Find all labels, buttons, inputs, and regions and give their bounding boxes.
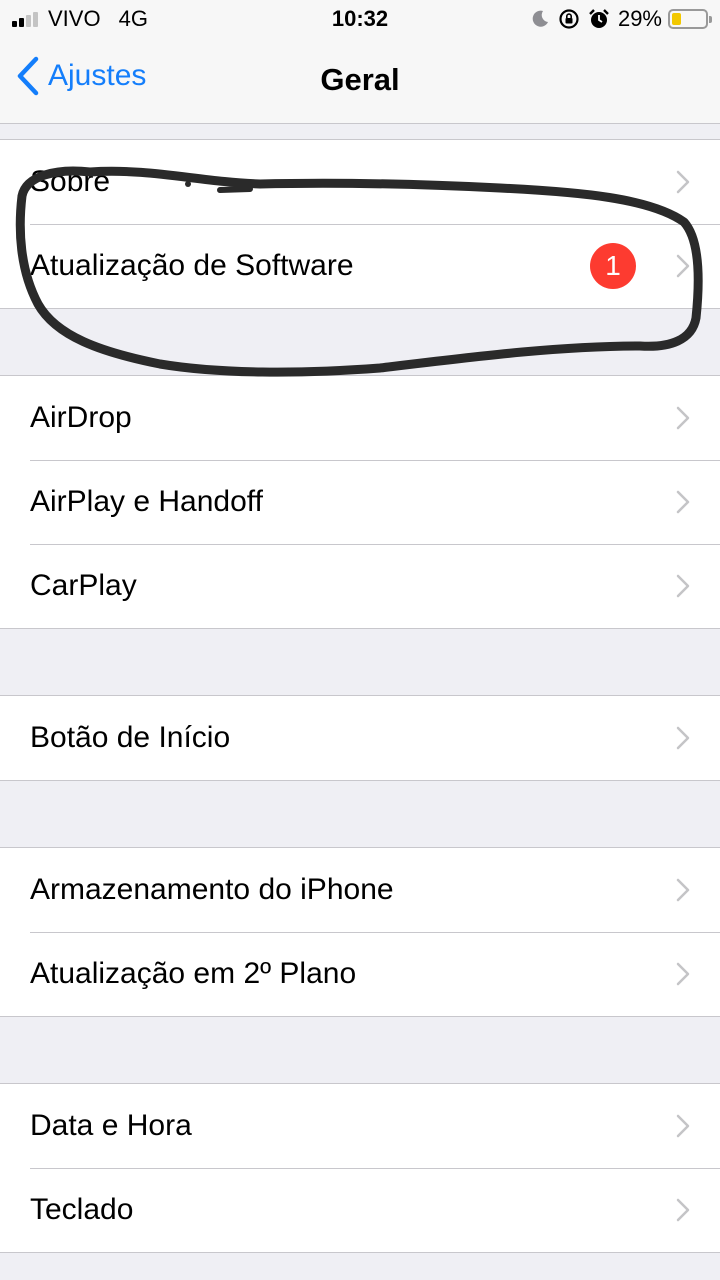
chevron-right-icon: [676, 1114, 690, 1138]
row-label: AirDrop: [30, 401, 132, 434]
status-right: 29%: [530, 6, 712, 32]
row-label: AirPlay e Handoff: [30, 485, 263, 518]
settings-row-sobre[interactable]: Sobre: [0, 140, 720, 224]
navigation-bar: Ajustes Geral: [0, 40, 720, 124]
settings-row-background-refresh[interactable]: Atualização em 2º Plano: [0, 932, 720, 1016]
settings-group-storage: Armazenamento do iPhone Atualização em 2…: [0, 847, 720, 1017]
settings-row-carplay[interactable]: CarPlay: [0, 544, 720, 628]
moon-icon: [532, 10, 548, 27]
settings-row-iphone-storage[interactable]: Armazenamento do iPhone: [0, 848, 720, 932]
battery-percent: 29%: [617, 6, 662, 31]
row-label: Sobre: [30, 165, 111, 198]
row-label: Teclado: [30, 1193, 134, 1226]
orientation-lock-icon: [559, 9, 579, 29]
chevron-right-icon: [676, 490, 690, 514]
settings-group-date-keyboard: Data e Hora Teclado: [0, 1083, 720, 1253]
settings-row-keyboard[interactable]: Teclado: [0, 1168, 720, 1252]
status-bar: VIVO 4G 10:32 29%: [0, 0, 720, 40]
battery-level-fill: [672, 13, 682, 25]
chevron-right-icon: [676, 574, 690, 598]
notification-badge: 1: [590, 243, 636, 289]
settings-row-software-update[interactable]: Atualização de Software 1: [0, 224, 720, 308]
settings-group-connectivity: AirDrop AirPlay e Handoff CarPlay: [0, 375, 720, 629]
row-label: Botão de Início: [30, 721, 231, 754]
row-label: CarPlay: [30, 569, 137, 602]
chevron-right-icon: [676, 406, 690, 430]
row-label: Data e Hora: [30, 1109, 192, 1142]
alarm-icon: [589, 9, 609, 28]
settings-row-date-time[interactable]: Data e Hora: [0, 1084, 720, 1168]
settings-group-home-button: Botão de Início: [0, 695, 720, 781]
row-label: Armazenamento do iPhone: [30, 873, 394, 906]
settings-group-about: Sobre Atualização de Software 1: [0, 139, 720, 309]
chevron-right-icon: [676, 962, 690, 986]
chevron-right-icon: [676, 726, 690, 750]
settings-row-airdrop[interactable]: AirDrop: [0, 376, 720, 460]
settings-row-airplay-handoff[interactable]: AirPlay e Handoff: [0, 460, 720, 544]
row-label: Atualização de Software: [30, 249, 354, 282]
battery-icon: [668, 9, 712, 29]
settings-row-home-button[interactable]: Botão de Início: [0, 696, 720, 780]
page-title: Geral: [320, 62, 400, 97]
chevron-right-icon: [676, 1198, 690, 1222]
chevron-right-icon: [676, 878, 690, 902]
chevron-right-icon: [676, 170, 690, 194]
row-label: Atualização em 2º Plano: [30, 957, 357, 990]
chevron-right-icon: [676, 254, 690, 278]
